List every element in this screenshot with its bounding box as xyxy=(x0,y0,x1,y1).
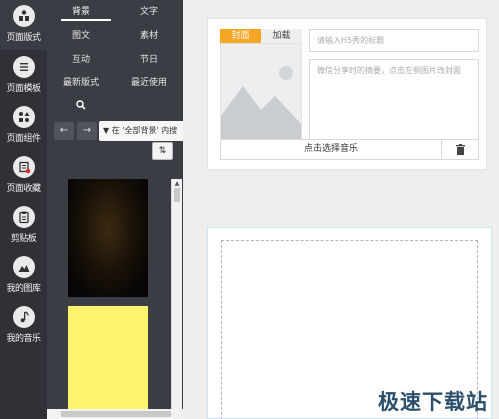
search-icon[interactable] xyxy=(76,100,86,110)
rail-item-templates[interactable]: 页面模板 xyxy=(0,51,47,101)
horizontal-scrollbar[interactable] xyxy=(47,409,183,419)
components-icon xyxy=(12,106,35,128)
sort-icon: ⇅ xyxy=(158,146,167,156)
image-placeholder-icon xyxy=(221,66,301,145)
rail-item-clipboard[interactable]: 剪贴板 xyxy=(0,201,47,251)
tab-loading[interactable]: 加载 xyxy=(261,29,302,43)
tab-recently-used[interactable]: 最近使用 xyxy=(115,77,183,89)
rail-label: 页面组件 xyxy=(6,134,41,144)
next-button[interactable]: → xyxy=(77,122,97,140)
tab-latest-layouts[interactable]: 最新版式 xyxy=(47,77,115,89)
scroll-up-icon[interactable]: ▲ xyxy=(172,179,182,188)
cover-image-placeholder[interactable] xyxy=(220,43,302,146)
active-tab-indicator xyxy=(61,19,111,21)
gallery-icon xyxy=(12,256,35,278)
arrow-left-icon: ← xyxy=(59,125,69,136)
tab-text[interactable]: 文字 xyxy=(115,6,183,18)
layout-icon xyxy=(12,5,35,27)
icon-rail: 页面版式 页面模板 页面组件 页面收藏 剪贴板 我的图库 我的音乐 xyxy=(0,0,47,419)
watermark-logo: 极速下载站 xyxy=(378,390,488,414)
clipboard-icon xyxy=(12,206,35,228)
background-thumbnail[interactable] xyxy=(68,306,148,419)
scrollbar-thumb[interactable] xyxy=(174,188,180,202)
select-music-button[interactable]: 点击选择音乐 xyxy=(220,139,442,160)
tab-image-text[interactable]: 图文 xyxy=(47,30,115,42)
arrow-right-icon: → xyxy=(82,125,92,136)
tab-interactive[interactable]: 互动 xyxy=(47,54,115,66)
tab-background[interactable]: 背景 xyxy=(47,6,115,18)
favorites-icon xyxy=(12,156,35,178)
background-filter[interactable]: ▼ 在 '全部背景' 内搜 xyxy=(99,121,183,141)
title-input[interactable]: 请输入H5秀的标题 xyxy=(309,29,479,52)
rail-label: 我的音乐 xyxy=(6,334,41,344)
music-icon xyxy=(12,306,35,328)
tab-cover[interactable]: 封面 xyxy=(220,29,261,43)
scrollbar-thumb[interactable] xyxy=(61,411,171,417)
rail-item-gallery[interactable]: 我的图库 xyxy=(0,251,47,301)
rail-label: 我的图库 xyxy=(6,284,41,294)
rail-label: 页面模板 xyxy=(6,84,41,94)
share-settings-card: 封面 加载 请输入H5秀的标题 微信分享时的摘要，点击左侧图片改封面 点击选择音… xyxy=(207,18,487,170)
filter-icon: ▼ xyxy=(103,126,112,135)
rail-label: 剪贴板 xyxy=(10,234,37,244)
vertical-scrollbar[interactable]: ▲ xyxy=(171,179,182,409)
tab-materials[interactable]: 素材 xyxy=(115,30,183,42)
filter-text: 在 '全部背景' 内搜 xyxy=(111,126,178,135)
sort-button[interactable]: ⇅ xyxy=(152,142,173,160)
tab-holidays[interactable]: 节日 xyxy=(115,54,183,66)
rail-item-components[interactable]: 页面组件 xyxy=(0,101,47,151)
delete-music-button[interactable] xyxy=(441,139,479,160)
rail-item-favorites[interactable]: 页面收藏 xyxy=(0,151,47,201)
rail-item-layout[interactable]: 页面版式 xyxy=(0,0,47,50)
rail-label: 页面收藏 xyxy=(6,184,41,194)
rail-label: 页面版式 xyxy=(6,33,41,43)
list-icon xyxy=(12,56,35,78)
rail-item-music[interactable]: 我的音乐 xyxy=(0,301,47,351)
background-thumbnail[interactable] xyxy=(68,179,148,297)
description-input[interactable]: 微信分享时的摘要，点击左侧图片改封面 xyxy=(309,59,479,145)
trash-icon xyxy=(455,144,465,155)
prev-button[interactable]: ← xyxy=(54,122,74,140)
